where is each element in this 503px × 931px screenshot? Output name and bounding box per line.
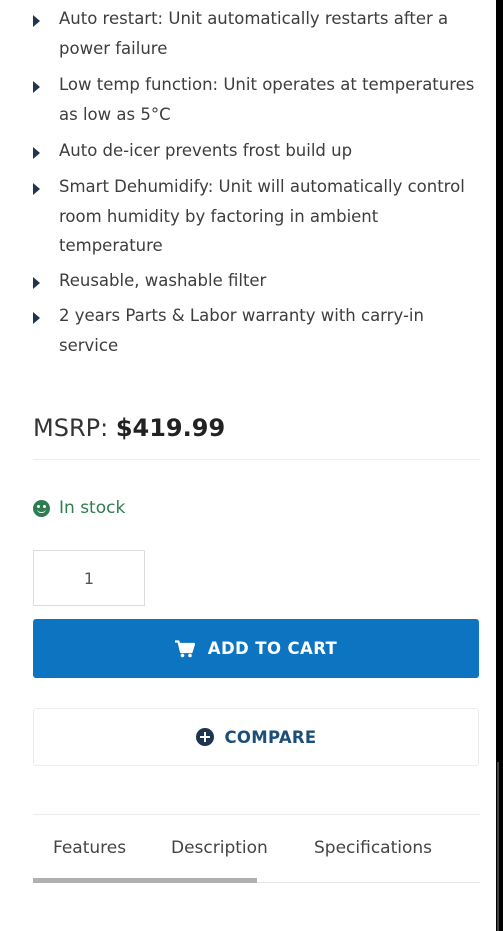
feature-text: Smart Dehumidify: Unit will automaticall…	[59, 177, 465, 255]
feature-text: Auto de-icer prevents frost build up	[59, 141, 353, 160]
divider	[33, 459, 480, 460]
feature-text: Low temp function: Unit operates at temp…	[59, 75, 475, 124]
cart-icon	[174, 639, 195, 658]
triangle-bullet-icon	[33, 81, 40, 93]
add-to-cart-label: ADD TO CART	[207, 639, 338, 658]
smile-icon	[33, 499, 50, 517]
tab-active-indicator	[33, 878, 257, 883]
product-page: Auto restart: Unit automatically restart…	[0, 0, 496, 931]
feature-item: Auto restart: Unit automatically restart…	[33, 9, 485, 63]
tab-description[interactable]: Description	[171, 838, 268, 858]
compare-label: COMPARE	[224, 727, 317, 747]
tab-specifications[interactable]: Specifications	[314, 838, 432, 858]
price: MSRP: $419.99	[33, 414, 225, 442]
divider	[33, 814, 480, 815]
stock-text: In stock	[59, 498, 126, 518]
stock-status: In stock	[33, 498, 125, 518]
feature-item: Reusable, washable filter	[33, 271, 485, 296]
price-label: MSRP:	[33, 414, 109, 442]
triangle-bullet-icon	[33, 277, 40, 289]
feature-item: Auto de-icer prevents frost build up	[33, 141, 485, 166]
feature-text: Auto restart: Unit automatically restart…	[59, 9, 449, 58]
price-value: $419.99	[115, 414, 226, 442]
compare-button[interactable]: COMPARE	[33, 708, 479, 766]
feature-text: 2 years Parts & Labor warranty with carr…	[59, 306, 424, 355]
feature-item: 2 years Parts & Labor warranty with carr…	[33, 306, 485, 360]
add-to-cart-button[interactable]: ADD TO CART	[33, 619, 479, 678]
tab-features[interactable]: Features	[53, 838, 126, 858]
plus-circle-icon	[195, 728, 214, 746]
triangle-bullet-icon	[33, 15, 40, 27]
feature-text: Reusable, washable filter	[59, 271, 267, 290]
triangle-bullet-icon	[33, 312, 40, 324]
scrollbar[interactable]	[497, 762, 499, 931]
triangle-bullet-icon	[33, 183, 40, 195]
feature-item: Low temp function: Unit operates at temp…	[33, 75, 485, 129]
triangle-bullet-icon	[33, 147, 40, 159]
feature-item: Smart Dehumidify: Unit will automaticall…	[33, 177, 485, 261]
quantity-input[interactable]	[33, 550, 145, 606]
